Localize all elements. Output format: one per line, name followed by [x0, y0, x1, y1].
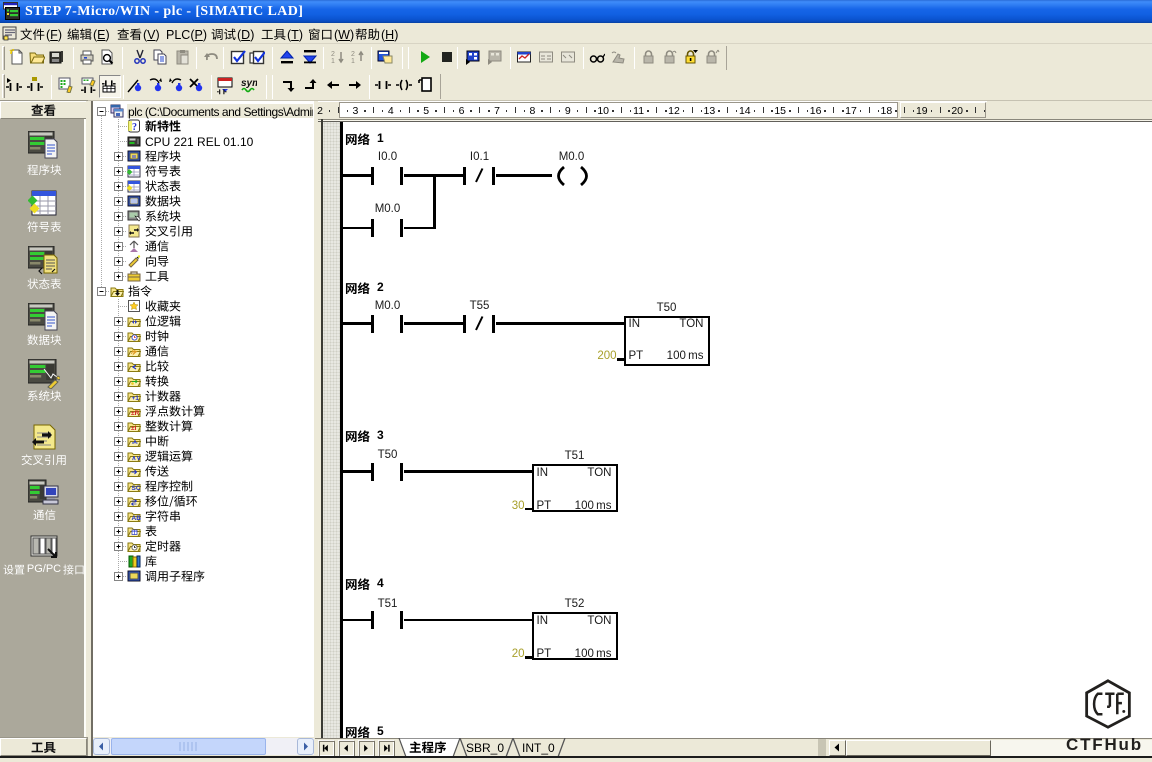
- svg-text:1: 1: [351, 58, 355, 65]
- svg-text:2: 2: [331, 51, 335, 58]
- svg-text:sym: sym: [241, 78, 257, 89]
- svg-text:±R: ±R: [131, 410, 140, 417]
- svg-text:?: ?: [132, 122, 137, 133]
- svg-text:1: 1: [331, 58, 335, 65]
- svg-text:+1: +1: [132, 395, 140, 402]
- svg-text:∧∨: ∧∨: [132, 455, 142, 462]
- svg-text:AB: AB: [132, 515, 142, 522]
- svg-text:2: 2: [351, 51, 355, 58]
- svg-text:±I: ±I: [131, 425, 137, 432]
- svg-text:SC: SC: [132, 485, 141, 492]
